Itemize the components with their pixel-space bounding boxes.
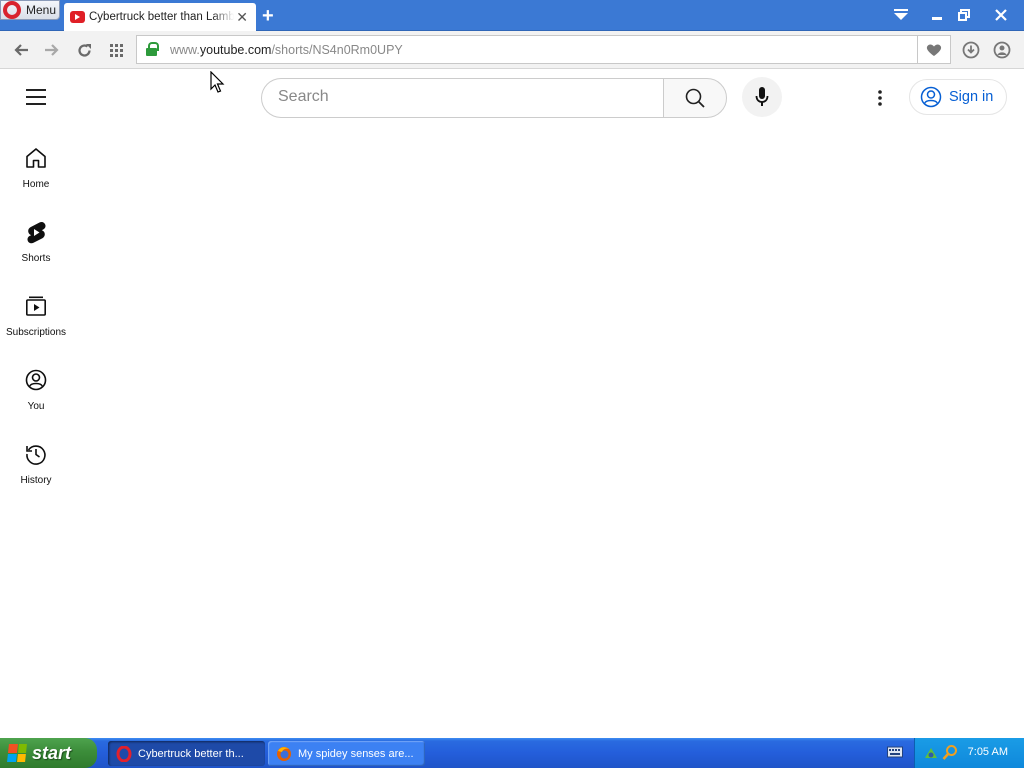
network-tray-icon[interactable] (923, 745, 939, 761)
download-icon (962, 41, 980, 59)
url-domain: youtube.com (199, 43, 272, 57)
forward-arrow-icon (45, 44, 59, 56)
opera-logo-icon (3, 1, 21, 19)
close-window-button[interactable] (992, 0, 1010, 30)
new-tab-button[interactable]: + (262, 5, 274, 28)
grid-icon (109, 43, 123, 57)
mouse-cursor-icon (210, 71, 225, 93)
back-button[interactable] (10, 39, 32, 61)
sign-in-button[interactable]: Sign in (909, 79, 1007, 115)
search-icon (685, 88, 705, 108)
guide-item-history[interactable]: History (0, 442, 72, 512)
taskbar-item-firefox[interactable]: My spidey senses are... (268, 741, 425, 766)
guide-item-shorts[interactable]: Shorts (0, 220, 72, 290)
clock: 7:05 AM (967, 746, 1008, 758)
url-prefix: www. (170, 43, 200, 57)
hamburger-line (26, 89, 46, 91)
url-path: /shorts/NS4n0Rm0UPY (271, 43, 403, 57)
forward-button[interactable] (41, 39, 63, 61)
back-arrow-icon (14, 44, 28, 56)
account-button[interactable] (991, 39, 1013, 61)
tab-title: Cybertruck better than Lamborghini (89, 11, 234, 23)
history-icon (26, 445, 46, 465)
reload-icon (77, 43, 91, 57)
lock-icon (146, 42, 159, 56)
guide-label: You (27, 401, 45, 412)
tab-active[interactable]: Cybertruck better than Lamborghini ✕ (64, 3, 256, 31)
guide-label: Subscriptions (5, 327, 67, 338)
sign-in-label: Sign in (949, 89, 994, 105)
keyboard-icon[interactable] (887, 746, 903, 758)
tab-close-icon[interactable]: ✕ (236, 9, 248, 26)
speed-dial-button[interactable] (105, 39, 127, 61)
youtube-favicon-icon (70, 11, 85, 23)
menu-label: Menu (26, 3, 57, 17)
account-circle-icon (920, 86, 942, 108)
search-tray-icon[interactable] (942, 744, 958, 761)
screen: Menu Cybertruck better than Lamborghini … (0, 0, 1024, 768)
firefox-icon (277, 746, 291, 761)
restore-button[interactable] (955, 0, 973, 30)
opera-menu-button[interactable]: Menu (0, 0, 60, 20)
subscriptions-icon (25, 296, 46, 316)
guide-item-you[interactable]: You (0, 368, 72, 438)
minimize-button[interactable] (928, 0, 946, 30)
heart-icon (926, 43, 942, 56)
tab-menu-icon[interactable] (890, 0, 912, 30)
search-button[interactable] (663, 78, 727, 118)
search-box (261, 78, 664, 118)
guide-label: Home (22, 179, 50, 190)
search-input[interactable] (278, 79, 648, 115)
url-text[interactable]: www.youtube.com/shorts/NS4n0Rm0UPY (170, 43, 403, 57)
guide-item-home[interactable]: Home (0, 146, 72, 216)
voice-search-button[interactable] (742, 77, 782, 117)
reload-button[interactable] (73, 39, 95, 61)
taskbar-item-label: Cybertruck better th... (138, 747, 244, 760)
guide-label: History (20, 475, 52, 486)
start-button[interactable]: start (0, 738, 97, 768)
microphone-icon (755, 87, 769, 106)
guide-menu-button[interactable] (26, 89, 46, 105)
opera-icon (116, 745, 132, 762)
browser-toolbar: www.youtube.com/shorts/NS4n0Rm0UPY (0, 31, 1024, 69)
windows-flag-icon (7, 744, 27, 762)
browser-titlebar: Menu Cybertruck better than Lamborghini … (0, 0, 1024, 31)
shorts-icon (27, 221, 46, 244)
hamburger-line (26, 96, 46, 98)
settings-menu-button[interactable] (870, 86, 890, 110)
start-label: start (32, 742, 72, 763)
profile-icon (993, 41, 1011, 59)
taskbar-item-opera[interactable]: Cybertruck better th... (108, 741, 265, 766)
taskbar-item-label: My spidey senses are... (298, 747, 414, 760)
more-vert-icon (878, 90, 882, 106)
guide-label: Shorts (21, 253, 51, 264)
downloads-button[interactable] (960, 39, 982, 61)
system-tray: 7:05 AM (887, 738, 1024, 768)
bookmark-button[interactable] (917, 36, 950, 63)
home-icon (26, 148, 46, 168)
hamburger-line (26, 103, 46, 105)
address-bar[interactable]: www.youtube.com/shorts/NS4n0Rm0UPY (136, 35, 951, 64)
you-icon (25, 369, 47, 391)
taskbar: start Cybertruck better th... My spidey … (0, 738, 1024, 768)
guide-item-subscriptions[interactable]: Subscriptions (0, 294, 72, 364)
